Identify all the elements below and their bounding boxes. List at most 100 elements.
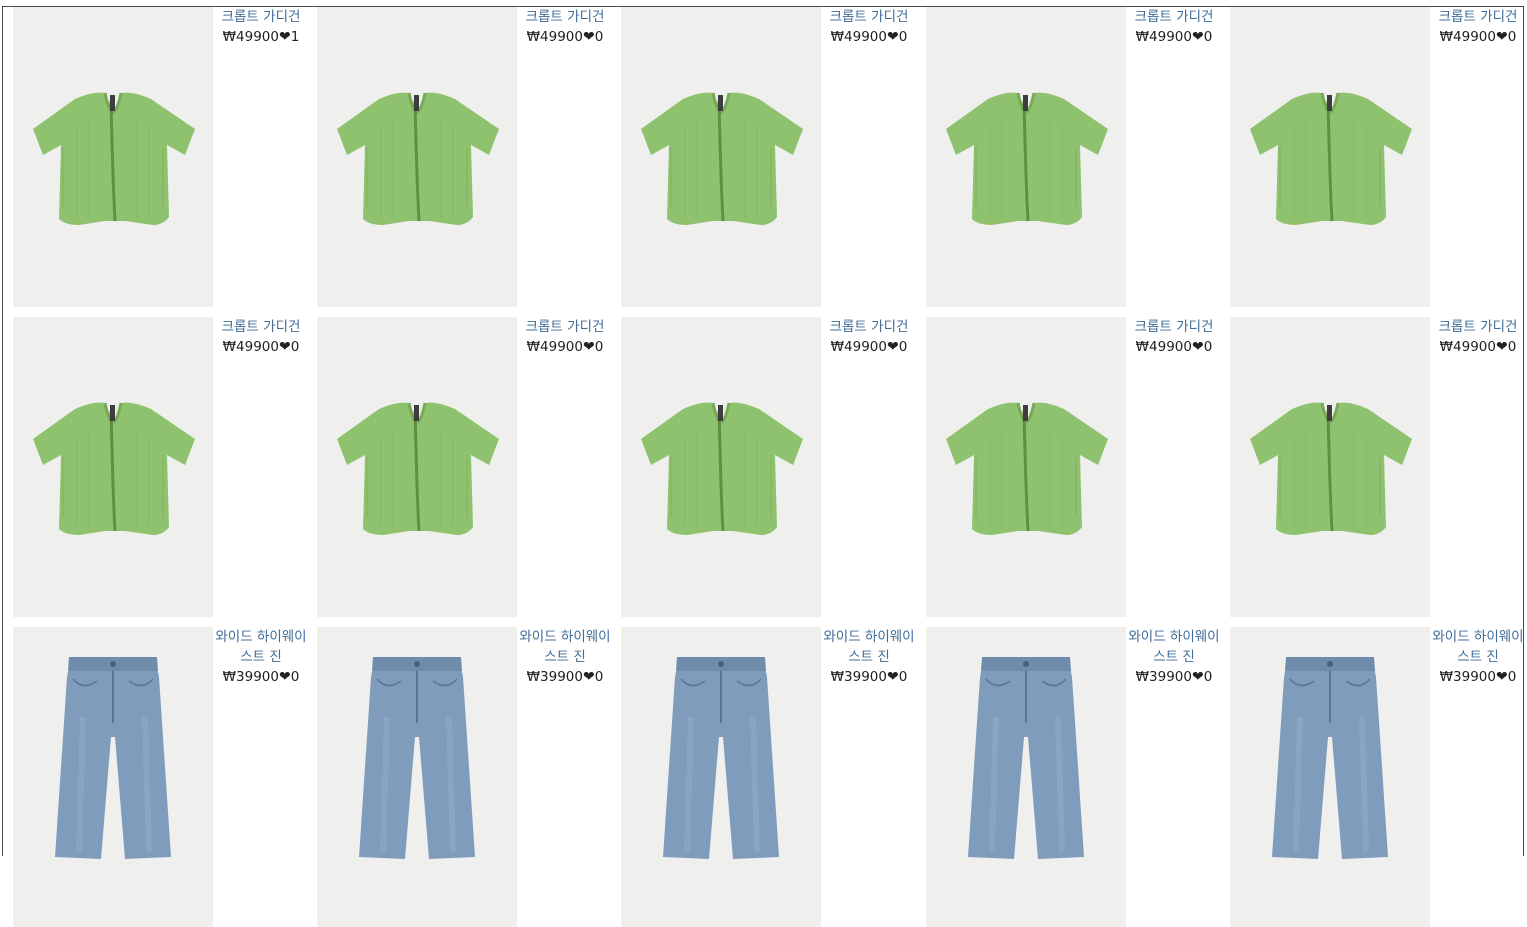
currency-symbol: ₩ (222, 29, 237, 45)
product-name-link[interactable]: 크롭트 가디건 (215, 7, 307, 27)
product-price: 39900 (236, 669, 279, 685)
product-image[interactable] (317, 317, 517, 617)
product-image[interactable] (621, 627, 821, 927)
product-image[interactable] (926, 317, 1126, 617)
price-line: ₩49900❤0 (519, 337, 611, 357)
product-info: 크롭트 가디건 ₩49900❤0 (519, 317, 611, 357)
jeans-illustration (663, 657, 779, 859)
product-name-link[interactable]: 크롭트 가디건 (1128, 317, 1220, 337)
like-count: 0 (898, 339, 908, 355)
jeans-illustration (55, 657, 171, 859)
product-image[interactable] (1230, 317, 1430, 617)
heart-icon[interactable]: ❤ (1496, 29, 1508, 45)
product-name-link[interactable]: 크롭트 가디건 (1432, 317, 1524, 337)
heart-icon[interactable]: ❤ (583, 29, 595, 45)
product-info: 크롭트 가디건 ₩49900❤0 (1432, 7, 1524, 47)
product-card: 크롭트 가디건 ₩49900❤0 (621, 317, 925, 617)
product-name-link[interactable]: 와이드 하이웨이스트 진 (1128, 627, 1220, 667)
heart-icon[interactable]: ❤ (1192, 29, 1204, 45)
heart-icon[interactable]: ❤ (887, 339, 899, 355)
product-price: 39900 (844, 669, 887, 685)
product-name-link[interactable]: 와이드 하이웨이스트 진 (823, 627, 915, 667)
product-card: 크롭트 가디건 ₩49900❤1 (13, 7, 317, 307)
product-name-link[interactable]: 와이드 하이웨이스트 진 (215, 627, 307, 667)
like-count: 0 (594, 29, 604, 45)
product-image[interactable] (13, 627, 213, 927)
currency-symbol: ₩ (830, 339, 845, 355)
like-count: 0 (290, 669, 300, 685)
product-price: 49900 (1453, 339, 1496, 355)
product-name-link[interactable]: 와이드 하이웨이스트 진 (1432, 627, 1524, 667)
cardigan-illustration (641, 402, 803, 535)
product-name-link[interactable]: 크롭트 가디건 (823, 7, 915, 27)
cardigan-illustration (946, 402, 1108, 535)
product-card: 크롭트 가디건 ₩49900❤0 (1230, 7, 1527, 307)
heart-icon[interactable]: ❤ (1496, 339, 1508, 355)
currency-symbol: ₩ (526, 29, 541, 45)
cardigan-illustration (33, 402, 195, 535)
heart-icon[interactable]: ❤ (583, 339, 595, 355)
product-price: 49900 (540, 339, 583, 355)
heart-icon[interactable]: ❤ (279, 669, 291, 685)
product-card: 와이드 하이웨이스트 진 ₩39900❤0 (13, 627, 317, 927)
product-price: 39900 (1453, 669, 1496, 685)
currency-symbol: ₩ (222, 339, 237, 355)
price-line: ₩49900❤0 (215, 337, 307, 357)
price-line: ₩39900❤0 (823, 667, 915, 687)
product-image[interactable] (317, 7, 517, 307)
price-line: ₩49900❤0 (1432, 337, 1524, 357)
cardigan-illustration (337, 402, 499, 535)
price-line: ₩49900❤0 (1432, 27, 1524, 47)
product-image[interactable] (13, 7, 213, 307)
currency-symbol: ₩ (830, 29, 845, 45)
product-price: 49900 (1149, 29, 1192, 45)
product-card: 크롭트 가디건 ₩49900❤0 (1230, 317, 1527, 617)
like-count: 0 (290, 339, 300, 355)
product-name-link[interactable]: 크롭트 가디건 (1128, 7, 1220, 27)
cardigan-illustration (946, 92, 1108, 225)
like-count: 0 (1203, 29, 1213, 45)
product-name-link[interactable]: 크롭트 가디건 (823, 317, 915, 337)
heart-icon[interactable]: ❤ (279, 29, 291, 45)
like-count: 1 (290, 29, 300, 45)
product-name-link[interactable]: 크롭트 가디건 (1432, 7, 1524, 27)
product-image[interactable] (926, 7, 1126, 307)
product-name-link[interactable]: 크롭트 가디건 (519, 317, 611, 337)
heart-icon[interactable]: ❤ (887, 29, 899, 45)
currency-symbol: ₩ (526, 669, 541, 685)
heart-icon[interactable]: ❤ (279, 339, 291, 355)
product-info: 크롭트 가디건 ₩49900❤0 (823, 7, 915, 47)
heart-icon[interactable]: ❤ (1192, 669, 1204, 685)
currency-symbol: ₩ (1135, 339, 1150, 355)
product-name-link[interactable]: 와이드 하이웨이스트 진 (519, 627, 611, 667)
product-image[interactable] (621, 7, 821, 307)
like-count: 0 (1507, 669, 1517, 685)
heart-icon[interactable]: ❤ (1192, 339, 1204, 355)
currency-symbol: ₩ (1439, 29, 1454, 45)
product-info: 와이드 하이웨이스트 진 ₩39900❤0 (1128, 627, 1220, 687)
product-info: 크롭트 가디건 ₩49900❤0 (823, 317, 915, 357)
product-card: 와이드 하이웨이스트 진 ₩39900❤0 (621, 627, 925, 927)
product-price: 49900 (1149, 339, 1192, 355)
product-image[interactable] (926, 627, 1126, 927)
product-name-link[interactable]: 크롭트 가디건 (519, 7, 611, 27)
product-row: 와이드 하이웨이스트 진 ₩39900❤0 와이드 하이웨이스트 진 ₩3990… (13, 627, 1524, 927)
like-count: 0 (594, 669, 604, 685)
product-info: 크롭트 가디건 ₩49900❤1 (215, 7, 307, 47)
heart-icon[interactable]: ❤ (887, 669, 899, 685)
product-image[interactable] (621, 317, 821, 617)
product-info: 크롭트 가디건 ₩49900❤0 (519, 7, 611, 47)
product-image[interactable] (13, 317, 213, 617)
heart-icon[interactable]: ❤ (583, 669, 595, 685)
currency-symbol: ₩ (1439, 339, 1454, 355)
heart-icon[interactable]: ❤ (1496, 669, 1508, 685)
jeans-illustration (359, 657, 475, 859)
product-image[interactable] (317, 627, 517, 927)
product-row: 크롭트 가디건 ₩49900❤1 크롭트 가디건 ₩49900❤0 크롭트 가디… (13, 7, 1523, 307)
product-image[interactable] (1230, 627, 1430, 927)
price-line: ₩49900❤0 (1128, 27, 1220, 47)
product-image[interactable] (1230, 7, 1430, 307)
product-card: 크롭트 가디건 ₩49900❤0 (317, 7, 621, 307)
product-name-link[interactable]: 크롭트 가디건 (215, 317, 307, 337)
product-price: 39900 (540, 669, 583, 685)
